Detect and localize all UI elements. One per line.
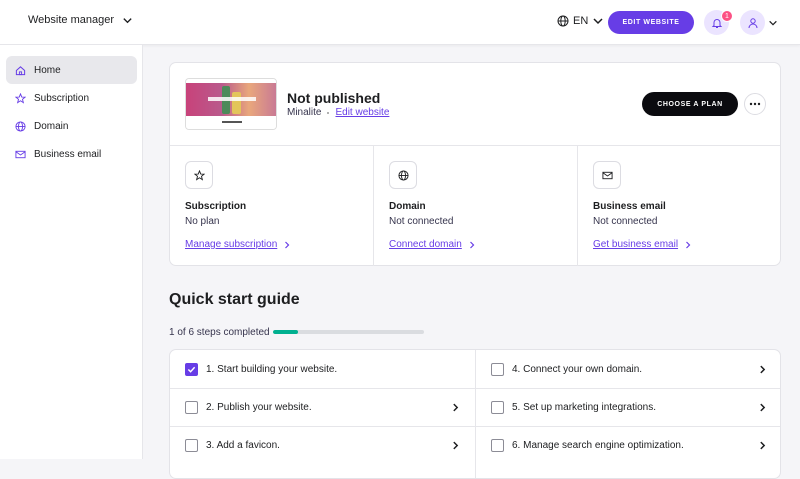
sidebar-item-label: Domain bbox=[34, 120, 69, 132]
sidebar: Home Subscription Domain Business email bbox=[0, 45, 143, 459]
check-icon bbox=[187, 366, 196, 373]
step-label: 1. Start building your website. bbox=[206, 364, 338, 375]
step-label: 3. Add a favicon. bbox=[206, 440, 280, 451]
mail-icon bbox=[15, 150, 26, 158]
globe-icon bbox=[557, 15, 569, 27]
sidebar-item-domain[interactable]: Domain bbox=[6, 112, 137, 140]
language-label: EN bbox=[573, 15, 589, 27]
summary-subscription: Subscription No plan Manage subscription bbox=[170, 146, 373, 266]
step-checkbox[interactable] bbox=[185, 363, 198, 376]
step-seo[interactable]: 6. Manage search engine optimization. bbox=[476, 426, 780, 465]
summary-value: Not connected bbox=[593, 216, 658, 227]
globe-icon bbox=[397, 169, 409, 181]
manage-subscription-link[interactable]: Manage subscription bbox=[185, 239, 291, 250]
sidebar-item-label: Business email bbox=[34, 148, 102, 160]
site-switcher-label: Website manager bbox=[28, 14, 115, 26]
chevron-right-icon bbox=[686, 241, 691, 248]
chevron-right-icon bbox=[453, 403, 459, 412]
language-selector[interactable]: EN bbox=[557, 15, 604, 27]
summary-domain: Domain Not connected Connect domain bbox=[374, 146, 577, 266]
website-meta: Minalite Edit website bbox=[287, 107, 389, 118]
website-name: Minalite bbox=[287, 107, 322, 118]
step-connect-domain[interactable]: 4. Connect your own domain. bbox=[476, 350, 780, 389]
quick-start-title: Quick start guide bbox=[169, 291, 300, 308]
step-publish-website[interactable]: 2. Publish your website. bbox=[170, 388, 475, 427]
summary-title: Business email bbox=[593, 201, 666, 212]
choose-plan-button[interactable]: CHOOSE A PLAN bbox=[642, 92, 738, 116]
progress-bar bbox=[273, 330, 424, 334]
sidebar-item-subscription[interactable]: Subscription bbox=[6, 84, 137, 112]
step-marketing-integrations[interactable]: 5. Set up marketing integrations. bbox=[476, 388, 780, 427]
step-checkbox[interactable] bbox=[491, 363, 504, 376]
sidebar-item-business-email[interactable]: Business email bbox=[6, 140, 137, 168]
get-business-email-link[interactable]: Get business email bbox=[593, 239, 692, 250]
step-label: 5. Set up marketing integrations. bbox=[512, 402, 656, 413]
steps-list: 1. Start building your website. 2. Publi… bbox=[169, 349, 781, 479]
summary-value: Not connected bbox=[389, 216, 454, 227]
link-label: Connect domain bbox=[389, 239, 462, 250]
summary-icon-box bbox=[185, 161, 213, 189]
star-icon bbox=[15, 92, 26, 104]
chevron-down-icon[interactable] bbox=[768, 18, 778, 28]
website-card: Not published Minalite Edit website CHOO… bbox=[169, 62, 781, 266]
edit-website-link[interactable]: Edit website bbox=[335, 107, 389, 118]
step-checkbox[interactable] bbox=[185, 439, 198, 452]
summary-business-email: Business email Not connected Get busines… bbox=[578, 146, 780, 266]
progress-fill bbox=[273, 330, 299, 334]
step-checkbox[interactable] bbox=[491, 439, 504, 452]
link-label: Manage subscription bbox=[185, 239, 278, 250]
mail-icon bbox=[601, 171, 613, 179]
more-options-button[interactable] bbox=[744, 93, 766, 115]
user-icon bbox=[748, 17, 757, 28]
more-horizontal-icon bbox=[749, 102, 761, 106]
publish-status: Not published bbox=[287, 90, 381, 106]
chevron-right-icon bbox=[453, 441, 459, 450]
site-switcher[interactable]: Website manager bbox=[28, 14, 133, 26]
globe-icon bbox=[15, 120, 26, 132]
step-add-favicon[interactable]: 3. Add a favicon. bbox=[170, 426, 475, 465]
step-checkbox[interactable] bbox=[491, 401, 504, 414]
account-avatar[interactable] bbox=[740, 10, 765, 35]
edit-website-button[interactable]: EDIT WEBSITE bbox=[608, 11, 694, 34]
chevron-right-icon bbox=[760, 403, 766, 412]
step-start-building[interactable]: 1. Start building your website. bbox=[170, 350, 475, 389]
website-thumbnail[interactable] bbox=[185, 78, 277, 130]
progress-text: 1 of 6 steps completed bbox=[169, 327, 270, 338]
chevron-right-icon bbox=[760, 441, 766, 450]
chevron-right-icon bbox=[760, 365, 766, 374]
summary-title: Subscription bbox=[185, 201, 247, 212]
step-label: 6. Manage search engine optimization. bbox=[512, 440, 684, 451]
link-label: Get business email bbox=[593, 239, 679, 250]
summary-icon-box bbox=[389, 161, 417, 189]
notification-badge: 1 bbox=[721, 10, 733, 22]
sidebar-item-home[interactable]: Home bbox=[6, 56, 137, 84]
star-icon bbox=[193, 169, 205, 181]
chevron-right-icon bbox=[285, 241, 290, 248]
step-label: 2. Publish your website. bbox=[206, 402, 312, 413]
step-label: 4. Connect your own domain. bbox=[512, 364, 643, 375]
connect-domain-link[interactable]: Connect domain bbox=[389, 239, 476, 250]
summary-title: Domain bbox=[389, 201, 426, 212]
top-bar: Website manager EN EDIT WEBSITE 1 bbox=[0, 0, 800, 45]
summary-value: No plan bbox=[185, 216, 220, 227]
separator-dot bbox=[327, 111, 330, 114]
summary-icon-box bbox=[593, 161, 621, 189]
step-checkbox[interactable] bbox=[185, 401, 198, 414]
chevron-down-icon bbox=[123, 17, 132, 23]
home-icon bbox=[15, 65, 26, 75]
chevron-right-icon bbox=[469, 241, 475, 248]
chevron-down-icon bbox=[593, 18, 603, 25]
sidebar-item-label: Home bbox=[34, 64, 61, 76]
sidebar-item-label: Subscription bbox=[34, 92, 90, 104]
